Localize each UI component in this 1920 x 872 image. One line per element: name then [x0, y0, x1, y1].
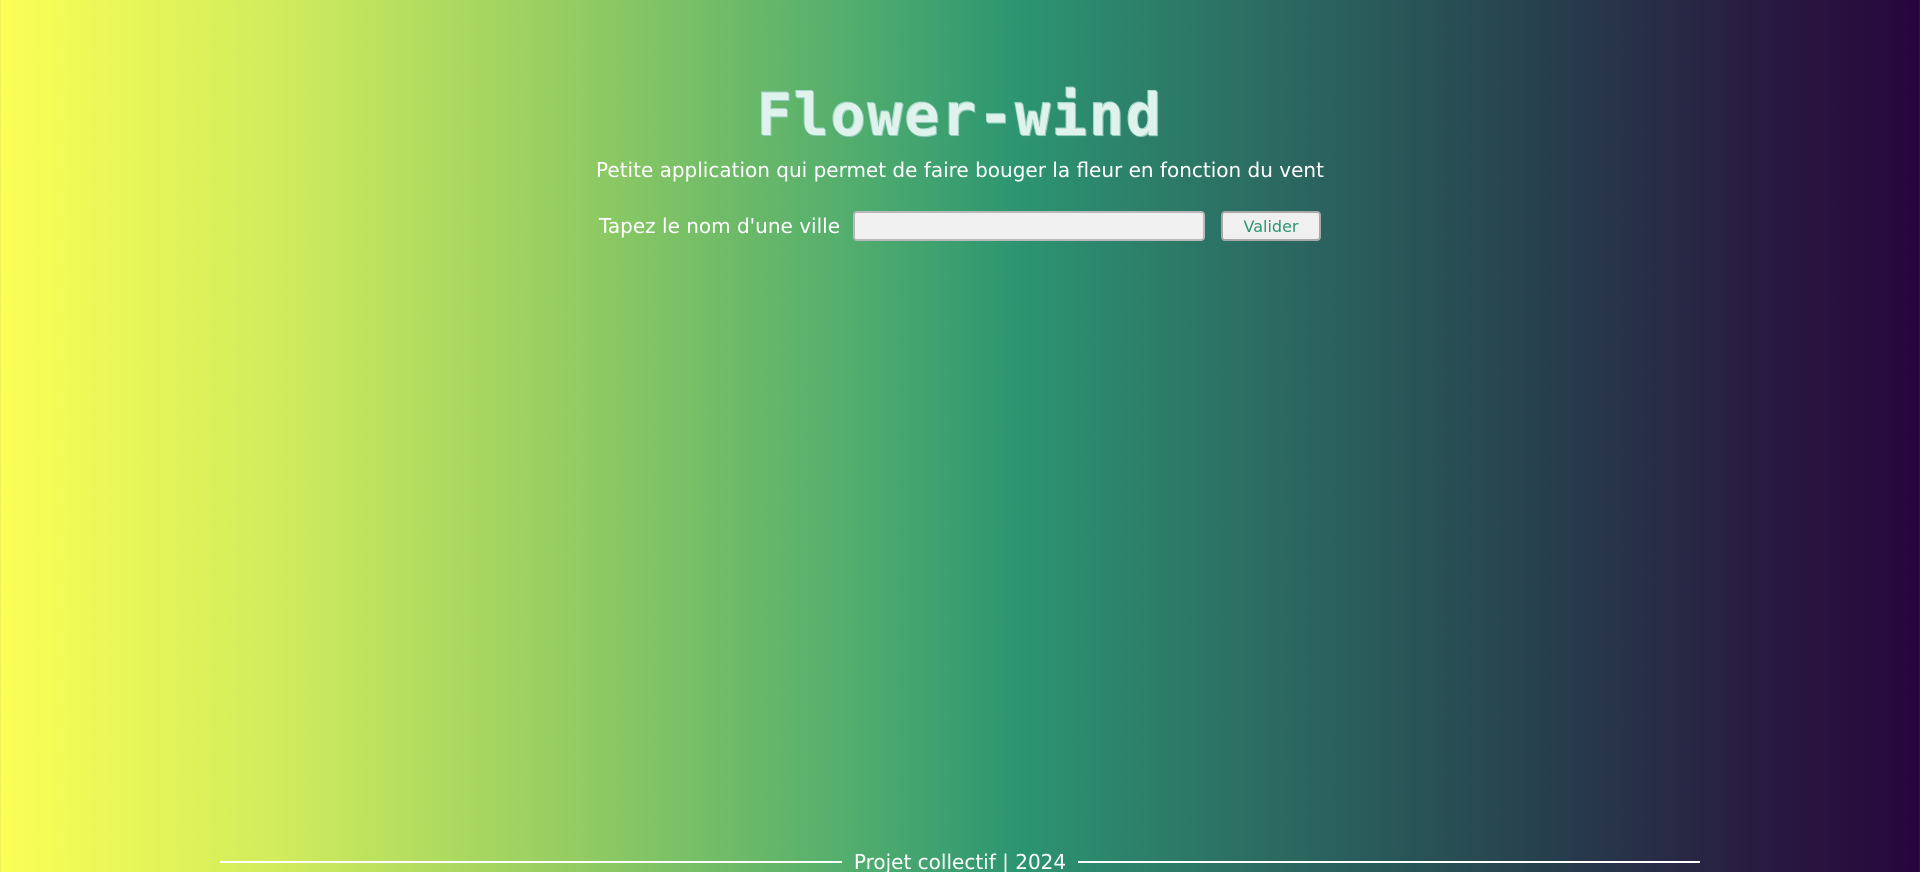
page-title: Flower-wind — [756, 80, 1164, 149]
footer-divider-left — [220, 861, 842, 863]
city-search-form: Tapez le nom d'une ville Valider — [599, 210, 1322, 242]
footer: Projet collectif | 2024 — [220, 848, 1701, 872]
footer-text: Projet collectif | 2024 — [853, 850, 1067, 872]
city-input[interactable] — [853, 211, 1206, 241]
submit-button[interactable]: Valider — [1221, 211, 1322, 241]
page-subtitle: Petite application qui permet de faire b… — [596, 158, 1324, 182]
city-input-label: Tapez le nom d'une ville — [599, 214, 841, 238]
footer-divider-right — [1078, 861, 1701, 863]
